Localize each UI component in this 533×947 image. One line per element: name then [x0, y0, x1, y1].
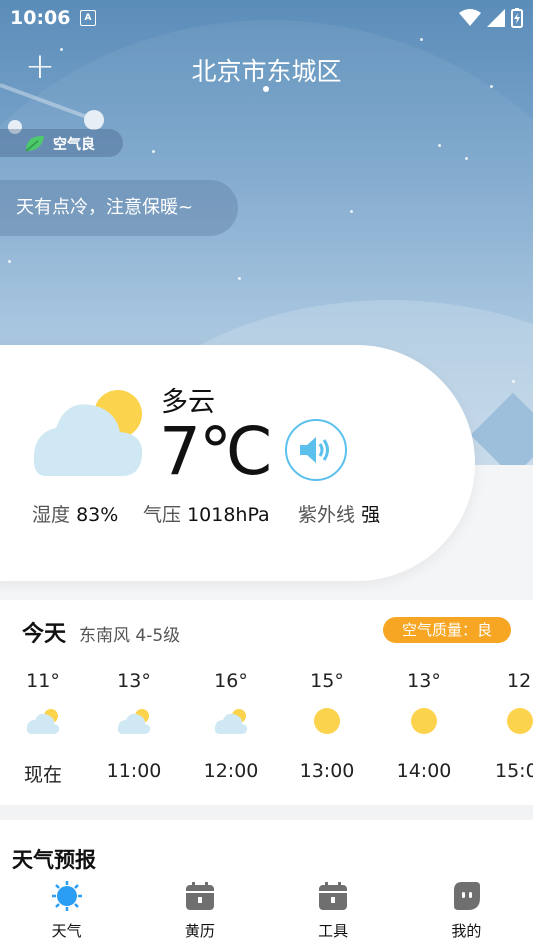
star [238, 277, 241, 280]
partly-cloudy-icon [33, 390, 143, 476]
uv-stat: 紫外线 强 [298, 500, 380, 527]
hour-label: 14:00 [396, 760, 452, 782]
partly-cloudy-icon [26, 709, 60, 734]
tools-icon [319, 882, 348, 910]
hour-temp: 16° [214, 670, 248, 692]
humidity-stat: 湿度 83% [32, 500, 118, 527]
star [60, 48, 63, 51]
hourly-item: 15° 13:00 [282, 670, 372, 782]
tab-label: 工具 [318, 922, 349, 940]
partly-cloudy-icon [214, 709, 248, 734]
wind-info: 东南风 4-5级 [79, 626, 181, 646]
star [420, 38, 423, 41]
hourly-item: 13° 11:00 [89, 670, 179, 782]
battery-icon [511, 8, 523, 28]
hour-label: 12:00 [203, 760, 259, 782]
profile-icon [454, 882, 481, 910]
star [438, 144, 441, 147]
tab-weather[interactable]: 天气 [0, 870, 133, 947]
hourly-item: 12° 15:00 [475, 670, 533, 782]
partly-cloudy-icon [117, 709, 151, 734]
air-quality-label: 空气良 [53, 137, 95, 153]
hour-label: 11:00 [106, 760, 162, 782]
tab-profile[interactable]: 我的 [400, 870, 533, 947]
notification-icon: A [80, 10, 96, 26]
sun-icon [507, 708, 533, 734]
hourly-item: 13° 14:00 [379, 670, 469, 782]
star [465, 157, 468, 160]
star [512, 380, 515, 383]
tab-calendar[interactable]: 黄历 [133, 870, 266, 947]
leaf-icon [25, 135, 44, 152]
hour-temp: 15° [310, 670, 344, 692]
weather-icon [51, 881, 82, 911]
hour-temp: 13° [117, 670, 151, 692]
tab-label: 我的 [451, 922, 482, 940]
hour-temp: 12° [507, 670, 533, 692]
page-indicator [263, 86, 269, 92]
star [350, 210, 353, 213]
humidity-value: 83% [76, 504, 119, 526]
hour-temp: 13° [407, 670, 441, 692]
hour-label: 13:00 [299, 760, 355, 782]
hourly-item: 16° 12:00 [186, 670, 276, 782]
sun-icon [314, 708, 340, 734]
hourly-item: 11° 现在 [0, 670, 88, 787]
today-title: 今天 [22, 622, 67, 647]
tab-label: 黄历 [184, 922, 215, 940]
pressure-label: 气压 [143, 504, 182, 526]
hour-label: 现在 [23, 764, 62, 786]
uv-label: 紫外线 [298, 504, 356, 526]
tab-label: 天气 [51, 922, 82, 940]
weather-tip: 天有点冷，注意保暖~ [0, 180, 238, 236]
calendar-icon [185, 882, 214, 910]
moon-decoration [84, 110, 104, 130]
air-quality-tag[interactable]: 空气质量：良 [383, 617, 511, 643]
hour-temp: 11° [26, 670, 60, 692]
hour-label: 15:00 [495, 760, 533, 782]
wifi-icon [459, 9, 481, 26]
pressure-stat: 气压 1018hPa [143, 500, 270, 527]
status-time: 10:06 [10, 7, 71, 29]
star [152, 150, 155, 153]
sun-icon [411, 708, 437, 734]
signal-icon [487, 9, 505, 27]
star [8, 260, 11, 263]
voice-broadcast-button[interactable] [285, 419, 347, 481]
status-bar: 10:06 A [0, 0, 533, 36]
current-temperature: 7℃ [159, 413, 273, 490]
uv-value: 强 [361, 504, 381, 526]
speaker-icon [300, 437, 329, 463]
pressure-value: 1018hPa [187, 504, 270, 526]
section-divider [0, 805, 533, 820]
air-quality-badge[interactable]: 空气良 [0, 129, 123, 157]
humidity-label: 湿度 [32, 504, 71, 526]
bottom-nav: 天气 黄历 工具 我的 [0, 870, 533, 947]
tab-tools[interactable]: 工具 [267, 870, 400, 947]
today-section: 今天 东南风 4-5级 空气质量：良 11° 现在 13° 11:00 16° … [0, 600, 533, 805]
